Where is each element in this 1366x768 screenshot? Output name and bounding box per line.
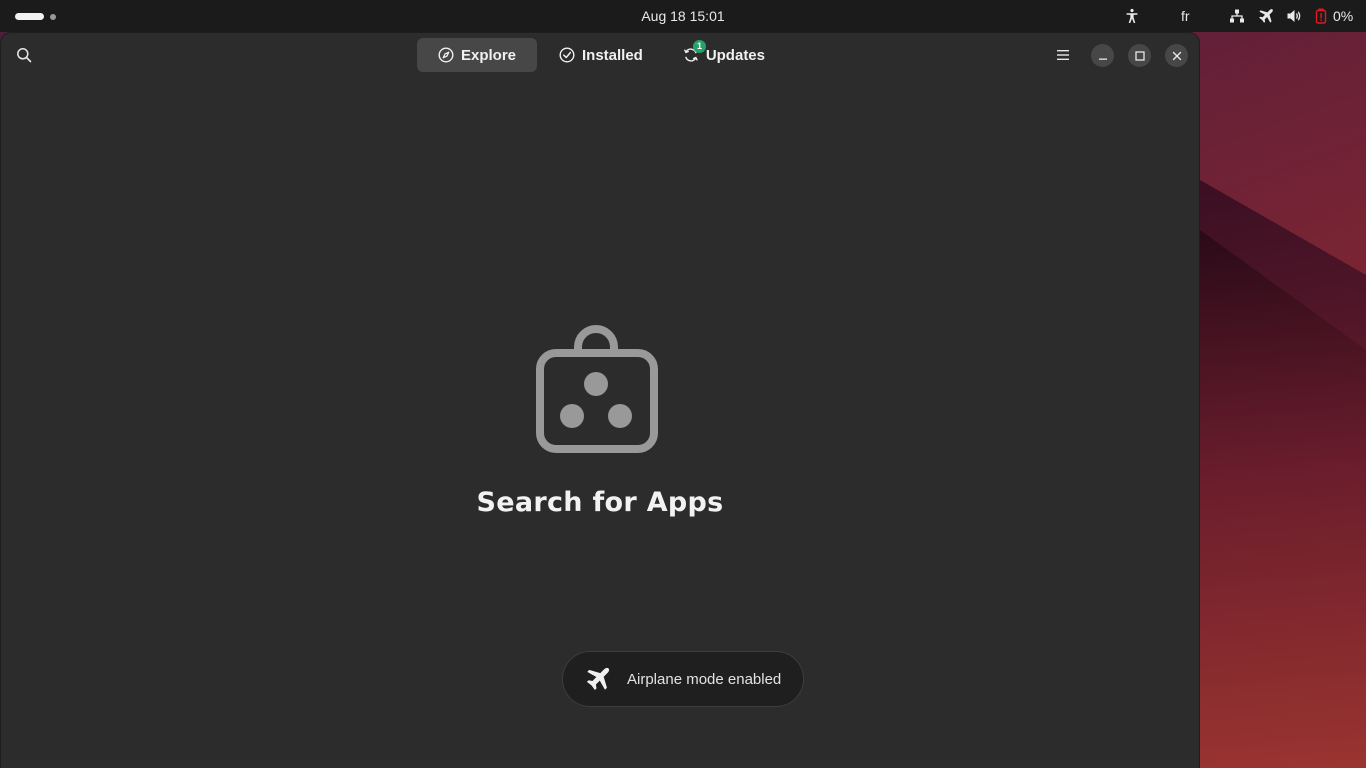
tab-explore[interactable]: Explore [417, 38, 537, 72]
airplane-mode-toast: Airplane mode enabled [562, 651, 804, 707]
close-icon [1172, 51, 1181, 60]
empty-state-title: Search for Apps [476, 487, 724, 518]
accessibility-icon[interactable] [1124, 7, 1140, 25]
tab-installed[interactable]: Installed [547, 38, 655, 72]
tab-explore-label: Explore [461, 46, 517, 64]
network-icon[interactable] [1229, 7, 1245, 25]
maximize-icon [1134, 50, 1145, 61]
clock[interactable]: Aug 18 15:01 [0, 8, 1366, 24]
search-button[interactable] [9, 40, 39, 70]
software-window: Explore Installed Updates 1 Search for A… [1, 33, 1199, 768]
minimize-icon [1098, 58, 1107, 60]
close-button[interactable] [1165, 44, 1188, 67]
hamburger-menu-icon [1057, 50, 1069, 60]
airplane-icon[interactable] [1258, 7, 1274, 25]
tab-installed-label: Installed [582, 46, 643, 64]
shopping-bag-icon [535, 323, 659, 460]
minimize-button[interactable] [1091, 44, 1114, 67]
top-bar: Aug 18 15:01 fr 0% [0, 0, 1366, 32]
airplane-icon [585, 666, 611, 692]
main-menu-button[interactable] [1048, 40, 1078, 70]
battery-empty-icon[interactable] [1315, 7, 1327, 25]
tab-updates-label: Updates [705, 46, 765, 64]
language-indicator[interactable]: fr [1181, 7, 1190, 25]
maximize-button[interactable] [1128, 44, 1151, 67]
updates-count-badge: 1 [693, 40, 706, 53]
check-circle-icon [559, 47, 575, 63]
toast-text: Airplane mode enabled [627, 670, 782, 688]
compass-icon [438, 47, 454, 63]
header-bar: Explore Installed Updates 1 [1, 33, 1199, 77]
search-icon [17, 48, 32, 63]
volume-icon[interactable] [1286, 7, 1302, 25]
battery-percent[interactable]: 0% [1333, 7, 1353, 25]
tab-updates[interactable]: Updates [671, 38, 777, 72]
